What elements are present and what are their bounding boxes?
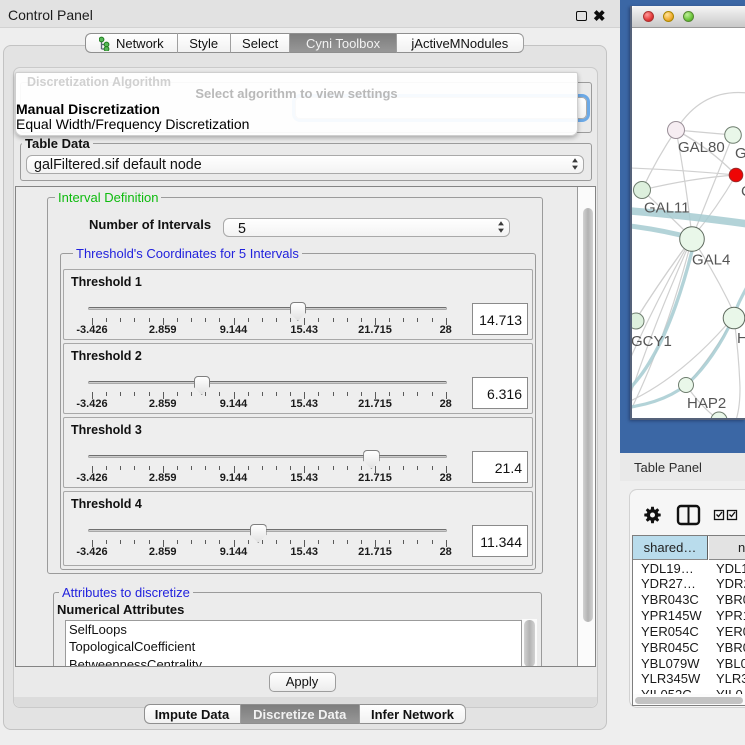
svg-text:C: C: [741, 183, 745, 200]
svg-text:GAL11: GAL11: [644, 200, 690, 217]
svg-text:HI: HI: [737, 330, 745, 347]
svg-text:GAL80: GAL80: [678, 139, 725, 156]
svg-text:GCY1: GCY1: [632, 333, 672, 350]
svg-text:GAL4: GAL4: [692, 252, 730, 269]
svg-text:HAP2: HAP2: [687, 395, 726, 412]
svg-text:GA: GA: [735, 145, 745, 162]
